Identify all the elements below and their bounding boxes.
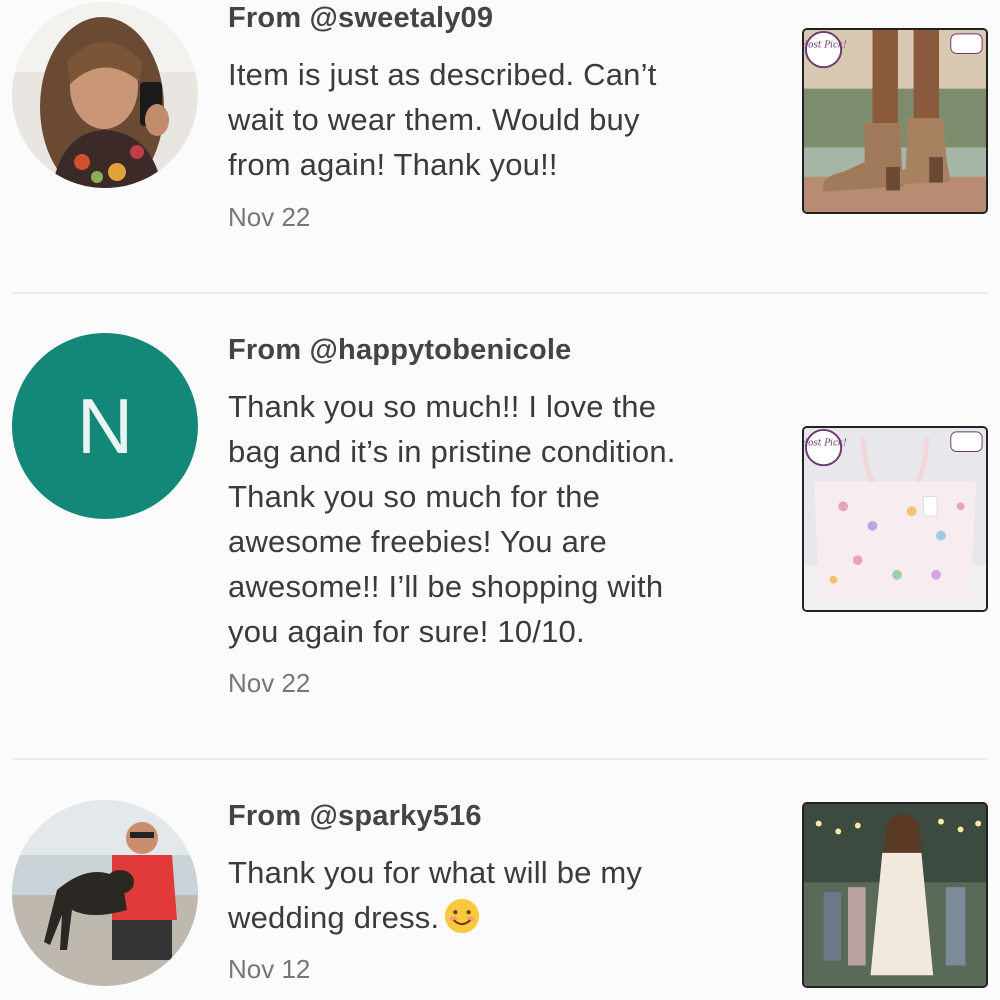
review-text: Item is just as described. Can’t wait to… [228, 52, 657, 187]
review-text: Thank you for what will be my wedding dr… [228, 850, 642, 940]
user-avatar[interactable] [12, 800, 198, 986]
user-avatar[interactable] [12, 2, 198, 188]
review-text: Thank you so much!! I love the bag and i… [228, 384, 676, 654]
review-text-line: Thank you so much for the [228, 479, 601, 514]
listing-thumbnail[interactable]: Host Pick! [802, 426, 988, 612]
review-author[interactable]: From @sparky516 [228, 800, 482, 833]
review-date: Nov 22 [228, 202, 311, 232]
reviews-feed: From @sweetaly09 Item is just as describ… [0, 0, 1000, 1000]
listing-thumbnail[interactable] [802, 802, 988, 988]
review-text-line: you again for sure! 10/10. [228, 614, 585, 649]
ankle-boots-photo-icon: Host Pick! [804, 30, 986, 212]
man-with-dog-photo-icon [12, 800, 198, 986]
floral-tote-bag-photo-icon: Host Pick! [804, 428, 986, 610]
review-author[interactable]: From @sweetaly09 [228, 2, 493, 35]
review-text-line: wedding dress. [228, 895, 642, 940]
review-text-line: from again! Thank you!! [228, 147, 558, 182]
badge-text: Host Pick! [804, 439, 847, 449]
listing-thumbnail[interactable]: Host Pick! [802, 28, 988, 214]
avatar-letter: N [76, 381, 134, 470]
review-text-line: Thank you so much!! I love the [228, 389, 657, 424]
review-text-line: awesome freebies! You are [228, 524, 607, 559]
review-date: Nov 12 [228, 954, 311, 984]
woman-selfie-photo-icon [12, 2, 198, 188]
review-date: Nov 22 [228, 668, 311, 698]
badge-text: Host Pick! [804, 41, 847, 51]
review-text-line: wait to wear them. Would buy [228, 102, 640, 137]
user-avatar[interactable]: N [12, 333, 198, 519]
review-text-line: awesome!! I’ll be shopping with [228, 569, 664, 604]
smiling-face-emoji-icon [445, 898, 480, 934]
divider [12, 292, 988, 294]
review-text-line: Thank you for what will be my [228, 855, 643, 890]
review-text-line: bag and it’s in pristine condition. [228, 434, 676, 469]
divider [12, 758, 988, 760]
review-text-line: Item is just as described. Can’t [228, 57, 657, 92]
review-text-fragment: wedding dress. [228, 900, 440, 935]
white-dress-photo-icon [804, 804, 986, 986]
review-author[interactable]: From @happytobenicole [228, 334, 571, 367]
